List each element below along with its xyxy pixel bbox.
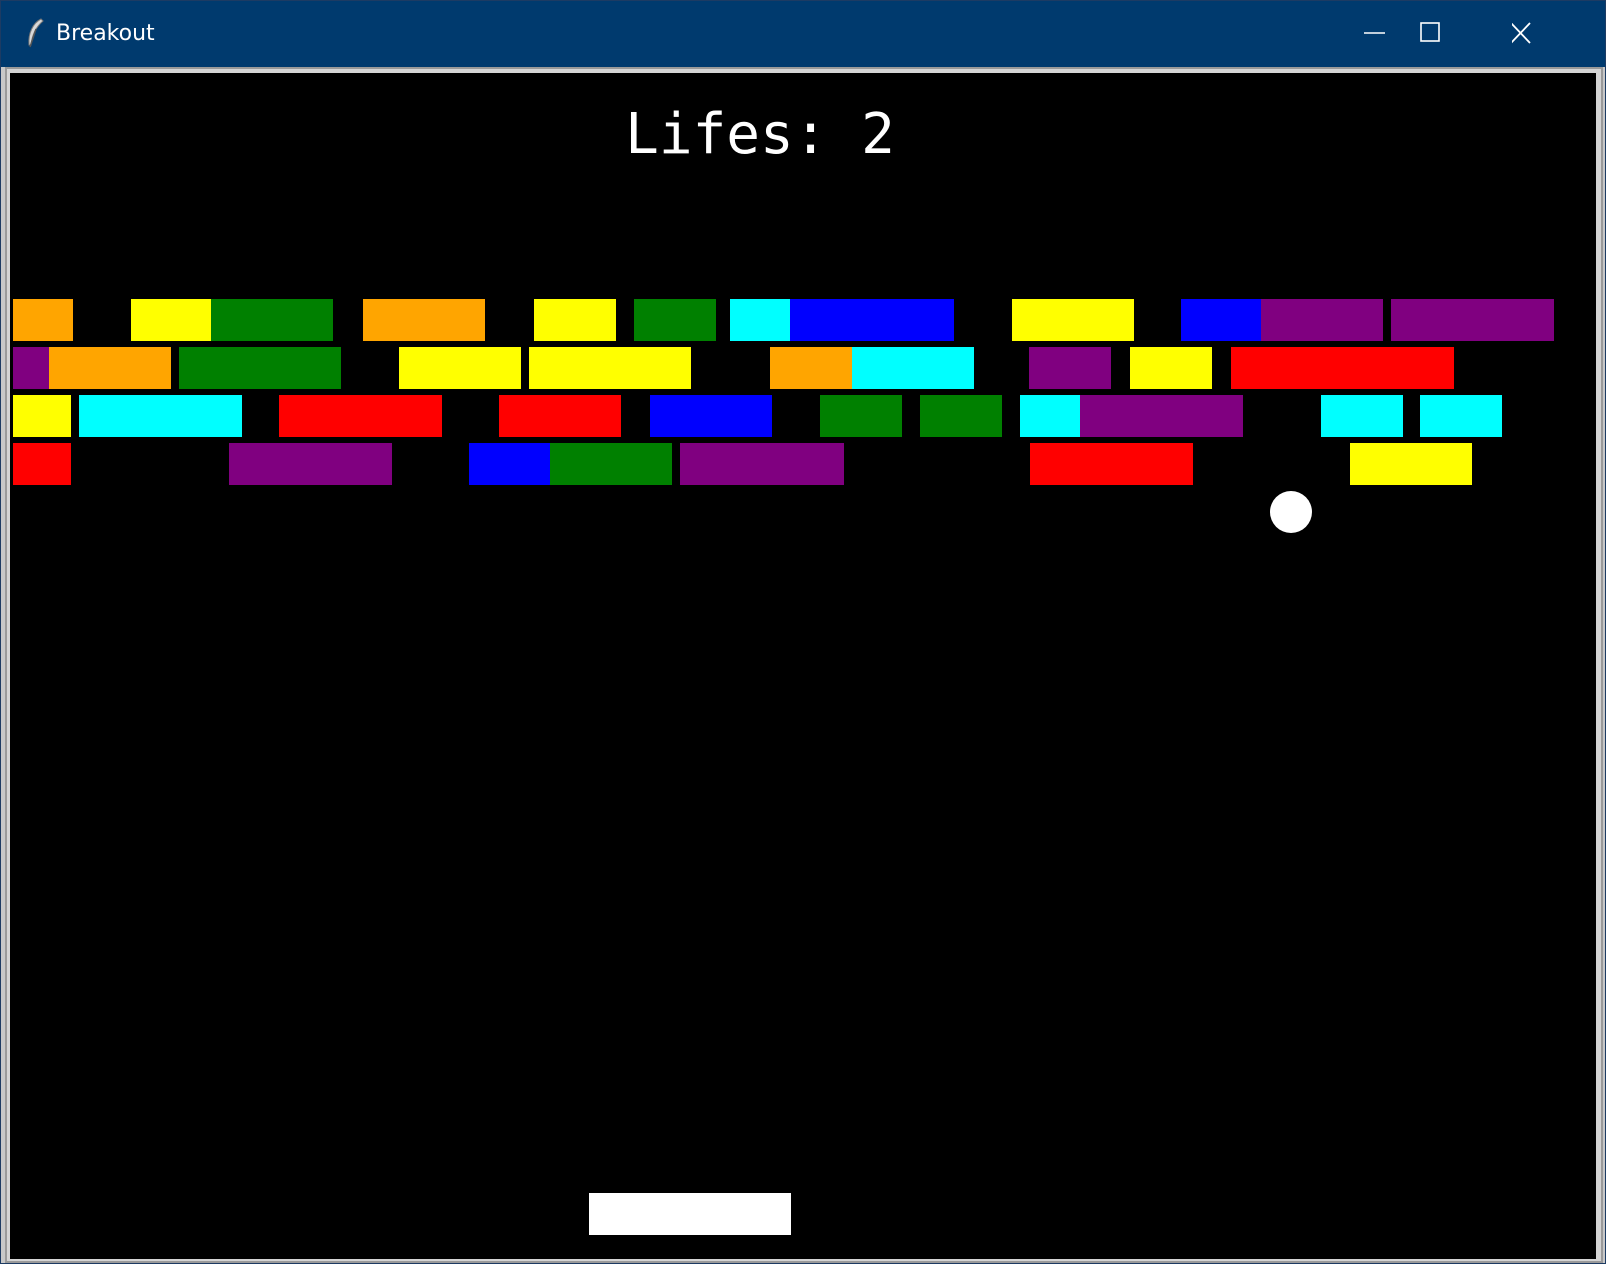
window-title: Breakout (56, 21, 155, 46)
brick-red (279, 395, 442, 437)
brick-red (1030, 443, 1193, 485)
brick-cyan (1420, 395, 1502, 437)
brick-orange (363, 299, 485, 341)
brick-orange (13, 299, 73, 341)
brick-purple (13, 347, 49, 389)
maximize-button[interactable] (1420, 1, 1512, 67)
brick-cyan (1321, 395, 1403, 437)
brick-yellow (1130, 347, 1212, 389)
brick-cyan (1020, 395, 1080, 437)
brick-blue (469, 443, 550, 485)
brick-green (634, 299, 716, 341)
brick-orange (49, 347, 171, 389)
brick-orange (770, 347, 852, 389)
brick-yellow (529, 347, 691, 389)
brick-purple (1080, 395, 1243, 437)
brick-red (499, 395, 621, 437)
brick-blue (790, 299, 954, 341)
brick-yellow (1350, 443, 1472, 485)
brick-green (820, 395, 902, 437)
brick-green (211, 299, 333, 341)
breakout-window: Breakout Lifes: 2 (0, 0, 1606, 1264)
brick-green (179, 347, 341, 389)
feather-icon (23, 17, 47, 51)
minimize-button[interactable] (1328, 1, 1420, 67)
brick-yellow (131, 299, 211, 341)
brick-cyan (730, 299, 790, 341)
game-canvas[interactable]: Lifes: 2 (10, 73, 1596, 1259)
brick-purple (229, 443, 392, 485)
ball (1270, 491, 1312, 533)
brick-cyan (852, 347, 974, 389)
lives-counter: Lifes: 2 (625, 102, 895, 167)
brick-green (550, 443, 672, 485)
brick-purple (1261, 299, 1383, 341)
brick-cyan (79, 395, 242, 437)
title-bar[interactable]: Breakout (1, 1, 1605, 67)
brick-green (920, 395, 1002, 437)
brick-blue (1181, 299, 1261, 341)
brick-purple (1391, 299, 1554, 341)
paddle[interactable] (589, 1193, 791, 1235)
close-button[interactable] (1512, 1, 1604, 67)
brick-yellow (1012, 299, 1134, 341)
brick-purple (680, 443, 844, 485)
brick-yellow (534, 299, 616, 341)
brick-red (13, 443, 71, 485)
brick-yellow (13, 395, 71, 437)
brick-purple (1029, 347, 1111, 389)
brick-yellow (399, 347, 521, 389)
brick-blue (650, 395, 772, 437)
brick-red (1231, 347, 1454, 389)
